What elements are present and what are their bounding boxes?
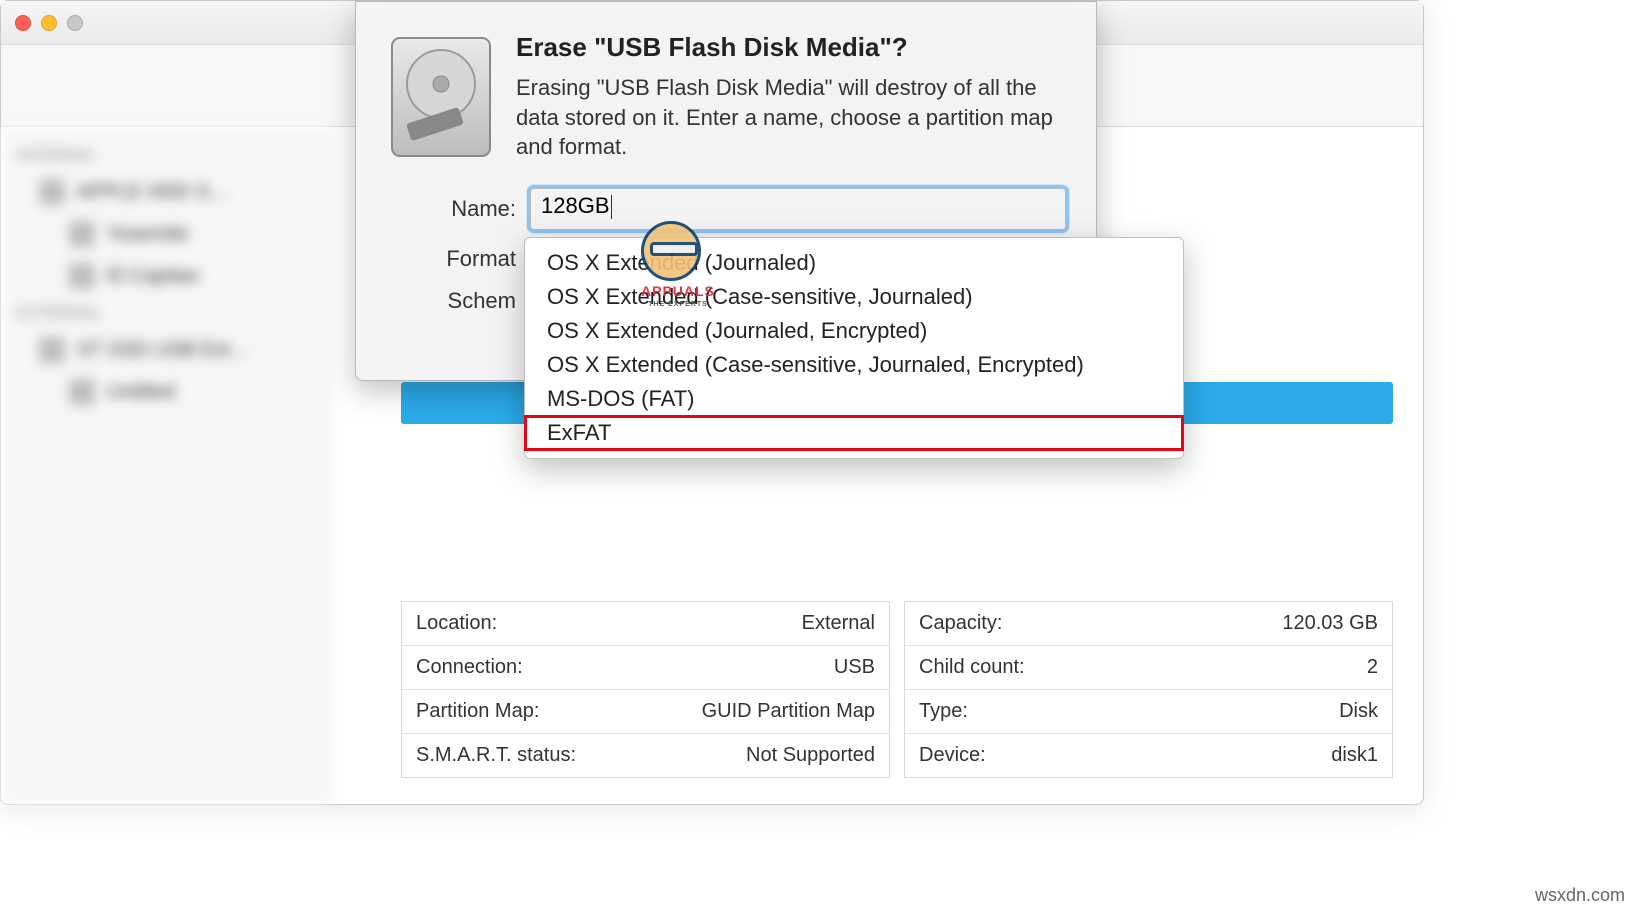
volume-icon: [69, 263, 95, 289]
disk-icon: [39, 179, 65, 205]
sheet-description: Erasing "USB Flash Disk Media" will dest…: [516, 73, 1066, 162]
info-grid: Location:External Connection:USB Partiti…: [401, 601, 1393, 778]
sheet-title: Erase "USB Flash Disk Media"?: [516, 32, 1066, 63]
traffic-lights: [15, 15, 83, 31]
format-option[interactable]: OS X Extended (Journaled): [525, 246, 1183, 280]
info-row-device: Device:disk1: [905, 734, 1392, 777]
name-input[interactable]: 128GB: [530, 188, 1066, 230]
sidebar-item-internal-disk[interactable]: APPLE HDD S…: [9, 171, 322, 213]
hard-drive-icon: [386, 32, 496, 162]
format-option[interactable]: OS X Extended (Journaled, Encrypted): [525, 314, 1183, 348]
info-column-left: Location:External Connection:USB Partiti…: [401, 601, 890, 778]
name-label: Name:: [386, 196, 516, 222]
volume-icon: [69, 221, 95, 247]
format-option-exfat[interactable]: ExFAT: [525, 416, 1183, 450]
format-option[interactable]: OS X Extended (Case-sensitive, Journaled…: [525, 280, 1183, 314]
zoom-icon[interactable]: [67, 15, 83, 31]
sidebar: Internal APPLE HDD S… Yosemite El Capita…: [1, 127, 331, 804]
info-row-connection: Connection:USB: [402, 646, 889, 690]
info-row-type: Type:Disk: [905, 690, 1392, 734]
format-option[interactable]: MS-DOS (FAT): [525, 382, 1183, 416]
format-label: Format: [386, 246, 516, 272]
info-row-child-count: Child count:2: [905, 646, 1392, 690]
volume-icon: [69, 379, 95, 405]
info-row-capacity: Capacity:120.03 GB: [905, 602, 1392, 646]
erase-sheet: Erase "USB Flash Disk Media"? Erasing "U…: [355, 1, 1097, 381]
sidebar-section-internal: Internal: [17, 147, 322, 165]
minimize-icon[interactable]: [41, 15, 57, 31]
info-row-partition-map: Partition Map:GUID Partition Map: [402, 690, 889, 734]
close-icon[interactable]: [15, 15, 31, 31]
info-row-smart: S.M.A.R.T. status:Not Supported: [402, 734, 889, 777]
sidebar-section-external: External: [17, 305, 322, 323]
disk-icon: [39, 337, 65, 363]
format-option[interactable]: OS X Extended (Case-sensitive, Journaled…: [525, 348, 1183, 382]
sidebar-item-volume[interactable]: Yosemite: [9, 213, 322, 255]
source-site: wsxdn.com: [1535, 885, 1625, 906]
info-row-location: Location:External: [402, 602, 889, 646]
sidebar-item-volume[interactable]: El Capitan: [9, 255, 322, 297]
disk-utility-window: Disk Utility First Aid Partition Erase M…: [0, 0, 1424, 805]
sidebar-item-volume[interactable]: Untitled: [9, 371, 322, 413]
scheme-label: Schem: [386, 288, 516, 314]
format-dropdown[interactable]: OS X Extended (Journaled) OS X Extended …: [524, 237, 1184, 459]
info-column-right: Capacity:120.03 GB Child count:2 Type:Di…: [904, 601, 1393, 778]
sidebar-item-external-disk[interactable]: ST SSD USB Ext…: [9, 329, 322, 371]
